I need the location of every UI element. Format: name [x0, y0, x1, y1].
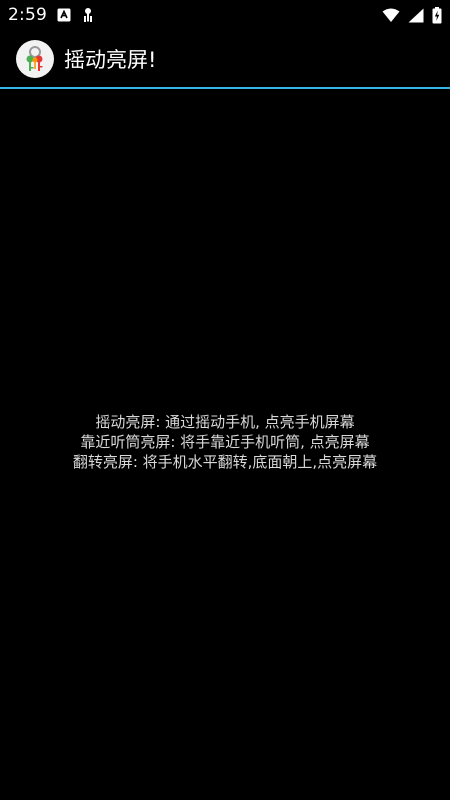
- signal-icon: [408, 8, 424, 23]
- main-content: 摇动亮屏: 通过摇动手机, 点亮手机屏幕 靠近听筒亮屏: 将手靠近手机听筒, 点…: [0, 89, 450, 800]
- android-debug-icon: [57, 8, 71, 22]
- app-screen: 2:59 摇动亮屏! 摇动亮屏: 通过摇动手机, 点亮手机屏幕 靠近听筒亮屏: …: [0, 0, 450, 800]
- status-left: 2:59: [8, 5, 95, 25]
- proximity-description: 靠近听筒亮屏: 将手靠近手机听筒, 点亮屏幕: [80, 432, 370, 451]
- shake-description: 摇动亮屏: 通过摇动手机, 点亮手机屏幕: [95, 412, 355, 431]
- status-right: [382, 6, 442, 24]
- feature-description: 摇动亮屏: 通过摇动手机, 点亮手机屏幕 靠近听筒亮屏: 将手靠近手机听筒, 点…: [73, 412, 377, 472]
- app-bar: 摇动亮屏!: [0, 30, 450, 88]
- app-title: 摇动亮屏!: [64, 48, 157, 72]
- battery-charging-icon: [432, 6, 442, 24]
- status-time: 2:59: [8, 5, 47, 25]
- wifi-icon: [382, 8, 400, 23]
- keys-icon[interactable]: [16, 40, 54, 78]
- app-notification-icon: [81, 7, 95, 23]
- flip-description: 翻转亮屏: 将手机水平翻转,底面朝上,点亮屏幕: [72, 452, 378, 471]
- status-bar: 2:59: [0, 0, 450, 30]
